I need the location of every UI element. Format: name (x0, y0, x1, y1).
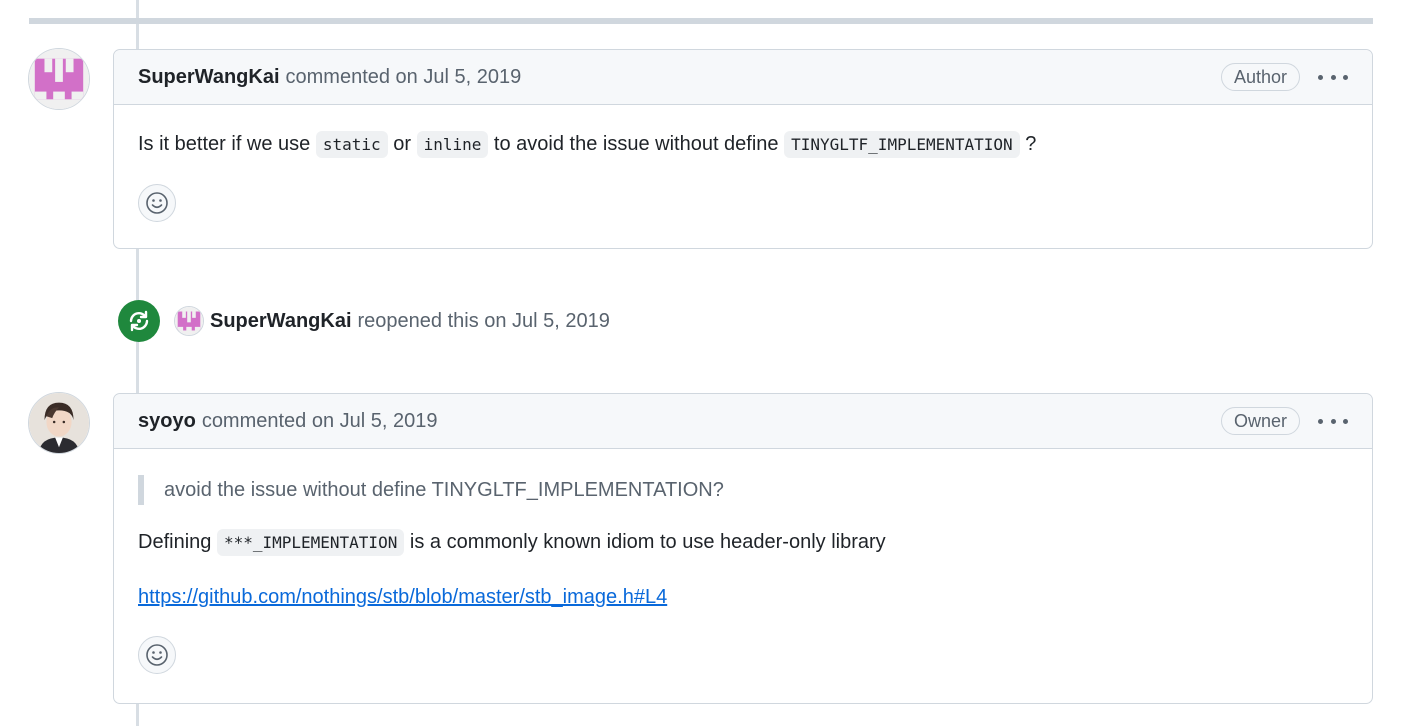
top-divider (29, 18, 1373, 24)
comment-2: syoyo commented on Jul 5, 2019 Owner avo… (113, 393, 1373, 704)
comment-timestamp[interactable]: commented on Jul 5, 2019 (202, 410, 438, 433)
comment-timestamp[interactable]: commented on Jul 5, 2019 (286, 66, 522, 89)
avatar-superwangkai[interactable] (28, 48, 90, 110)
smiley-icon (146, 192, 168, 214)
reopen-icon (118, 300, 160, 342)
identicon-avatar (29, 49, 89, 109)
event-actor[interactable]: SuperWangKai (210, 310, 352, 333)
comment-options-button[interactable] (1318, 65, 1348, 89)
comment-header: SuperWangKai commented on Jul 5, 2019 Au… (114, 50, 1372, 105)
inline-code: inline (416, 131, 489, 158)
kebab-horizontal-icon (1318, 74, 1323, 80)
smiley-icon (146, 644, 168, 666)
comment-body: Is it better if we use static or inline … (114, 105, 1372, 244)
blockquote: avoid the issue without define TINYGLTF_… (138, 475, 1348, 505)
comment-body: avoid the issue without define TINYGLTF_… (114, 449, 1372, 696)
comment-options-button[interactable] (1318, 409, 1348, 433)
comment-author[interactable]: SuperWangKai (138, 66, 280, 89)
author-badge: Author (1220, 63, 1300, 91)
stb-image-link[interactable]: https://github.com/nothings/stb/blob/mas… (138, 586, 667, 608)
user-photo-avatar (29, 393, 89, 453)
event-actor-avatar[interactable] (174, 306, 204, 336)
comment-author[interactable]: syoyo (138, 410, 196, 433)
inline-code: TINYGLTF_IMPLEMENTATION (784, 131, 1020, 158)
comment-paragraph: Defining ***_IMPLEMENTATION is a commonl… (138, 527, 1348, 558)
owner-badge: Owner (1220, 407, 1300, 435)
avatar-syoyo[interactable] (28, 392, 90, 454)
link-paragraph: https://github.com/nothings/stb/blob/mas… (138, 582, 1348, 612)
reopened-event: SuperWangKai reopened this on Jul 5, 201… (118, 300, 610, 342)
add-reaction-button[interactable] (138, 184, 176, 222)
kebab-horizontal-icon (1318, 418, 1323, 424)
event-text[interactable]: reopened this on Jul 5, 2019 (358, 310, 610, 333)
comment-1: SuperWangKai commented on Jul 5, 2019 Au… (113, 49, 1373, 249)
comment-paragraph: Is it better if we use static or inline … (138, 129, 1348, 160)
comment-header: syoyo commented on Jul 5, 2019 Owner (114, 394, 1372, 449)
inline-code: ***_IMPLEMENTATION (216, 529, 405, 556)
inline-code: static (315, 131, 388, 158)
issue-timeline: SuperWangKai commented on Jul 5, 2019 Au… (0, 0, 1408, 726)
add-reaction-button[interactable] (138, 636, 176, 674)
